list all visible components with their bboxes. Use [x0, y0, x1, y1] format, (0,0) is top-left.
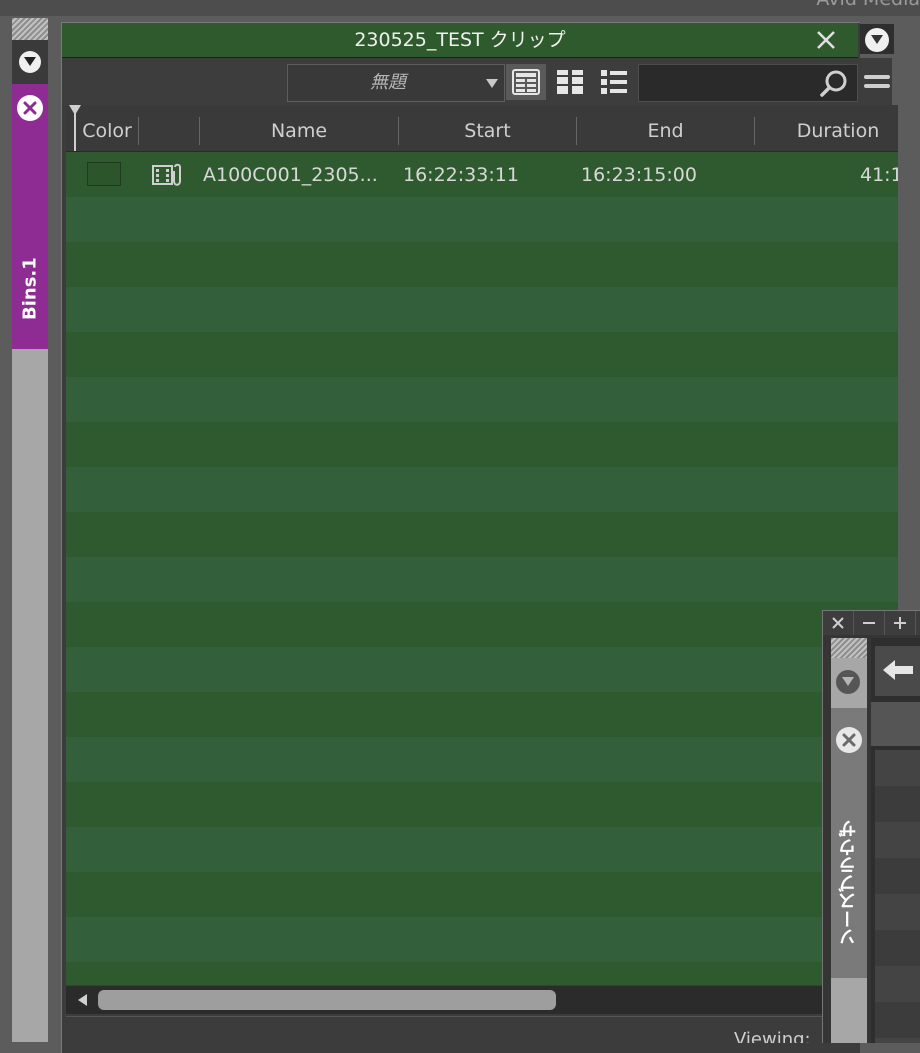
source-browser-title-bar[interactable] [823, 611, 920, 635]
chevron-down-icon [842, 677, 854, 686]
list-view-button[interactable] [594, 64, 634, 100]
bin-view-name: 無題 [370, 72, 406, 93]
column-header-name[interactable]: Name [200, 105, 398, 151]
back-arrow-icon[interactable] [881, 658, 915, 682]
grid-view-icon [557, 70, 583, 94]
dock-menu [12, 40, 48, 84]
source-browser-list[interactable] [875, 750, 920, 1043]
tab-close-button[interactable] [836, 727, 862, 753]
horizontal-scrollbar[interactable] [66, 986, 826, 1014]
left-dock: Bins.1 [12, 18, 48, 1042]
search-icon [820, 70, 847, 97]
clip-list[interactable]: A100C001_2305... 16:22:33:11 16:23:15:00… [66, 152, 898, 985]
bin-options-button[interactable] [864, 72, 890, 92]
clip-color-swatch[interactable] [87, 162, 121, 186]
column-header-icon[interactable] [139, 105, 199, 151]
bin-close-button[interactable] [814, 28, 838, 52]
bin-toolbar: 無題 [62, 58, 892, 105]
bin-title-bar[interactable]: 230525_TEST クリップ [62, 23, 858, 58]
frame-view-button[interactable] [550, 64, 590, 100]
column-header-end[interactable]: End [577, 105, 754, 151]
clip-name[interactable]: A100C001_2305... [203, 152, 393, 197]
app-title: Avid Media [816, 0, 920, 10]
close-icon [832, 617, 844, 629]
tab-close-button[interactable] [17, 95, 43, 121]
app-title-bar: Avid Media [0, 0, 920, 16]
source-browser-dock: ソースブラウザ [831, 638, 867, 1043]
dock-menu-button[interactable] [836, 670, 860, 694]
dock-menu-button[interactable] [19, 51, 41, 73]
window-maximize-button[interactable] [885, 611, 916, 635]
tab-label: Bins.1 [19, 257, 41, 321]
window-close-button[interactable] [823, 611, 854, 635]
plus-icon [894, 617, 906, 629]
dropdown-arrow-icon [486, 79, 498, 88]
bin-table: Color Name Start End Duration A100C001_2… [66, 105, 898, 985]
bin-view-select[interactable]: 無題 [287, 64, 505, 102]
clip-duration: 41:1 [860, 164, 898, 186]
clip-icon [152, 163, 181, 186]
text-view-button[interactable] [506, 64, 546, 100]
dock-drag-handle[interactable] [12, 18, 48, 40]
scroll-left-icon[interactable] [78, 994, 87, 1006]
window-minimize-button[interactable] [854, 611, 885, 635]
close-icon [18, 96, 42, 120]
clip-end: 16:23:15:00 [581, 164, 697, 186]
column-header-duration[interactable]: Duration [755, 105, 920, 151]
source-browser-window: ソースブラウザ [822, 610, 920, 1043]
tab-source-browser[interactable]: ソースブラウザ [831, 708, 867, 978]
bin-title: 230525_TEST クリップ [354, 29, 566, 51]
table-view-icon [512, 69, 540, 95]
close-icon [817, 31, 835, 49]
scrollbar-thumb[interactable] [98, 990, 556, 1010]
tab-label: ソースブラウザ [838, 820, 859, 946]
source-browser-content [871, 638, 920, 1043]
source-browser-nav [875, 646, 920, 696]
minimize-icon [863, 622, 875, 624]
viewing-status: Viewing: [734, 1029, 811, 1043]
bin-menu-button[interactable] [865, 28, 889, 52]
column-header-start[interactable]: Start [399, 105, 576, 151]
source-browser-header [871, 702, 920, 746]
clip-start: 16:22:33:11 [403, 164, 519, 186]
menu-icon [864, 75, 890, 88]
list-view-icon [601, 70, 627, 94]
dock-menu [831, 658, 867, 708]
dock-drag-handle[interactable] [831, 638, 867, 658]
bin-search-input[interactable] [638, 64, 858, 102]
bin-footer: Viewing: [66, 1016, 826, 1043]
chevron-down-icon [24, 57, 36, 66]
close-icon [837, 728, 861, 752]
bin-menu-area [860, 24, 894, 54]
tab-bins[interactable]: Bins.1 [12, 84, 48, 349]
table-row[interactable]: A100C001_2305... 16:22:33:11 16:23:15:00… [66, 152, 898, 197]
column-header-row: Color Name Start End Duration [66, 105, 898, 152]
chevron-down-icon [871, 35, 883, 44]
column-header-color[interactable]: Color [76, 105, 138, 151]
